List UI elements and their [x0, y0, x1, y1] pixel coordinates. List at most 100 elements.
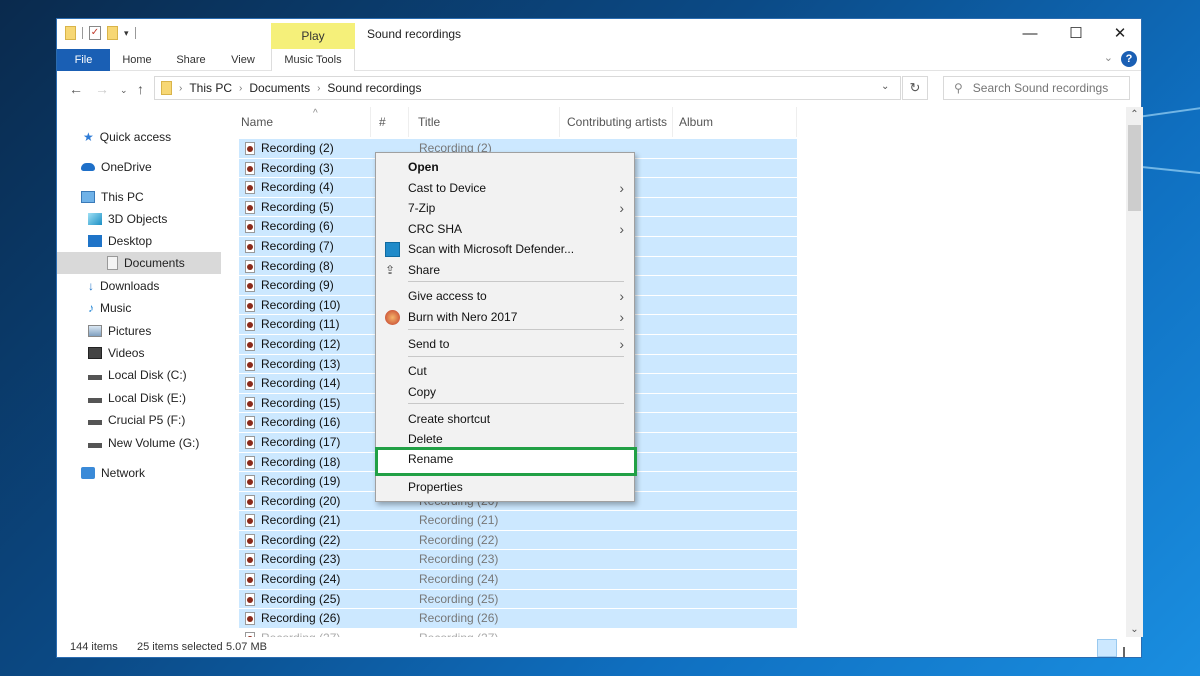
properties-icon[interactable]: ✓ — [89, 26, 101, 40]
file-row[interactable]: Recording (25) Recording (25) — [239, 589, 797, 610]
sidebar-item-documents[interactable]: Documents — [57, 252, 221, 274]
nero-icon — [385, 310, 400, 325]
file-name: Recording (11) — [261, 317, 340, 332]
back-arrow-icon[interactable]: ← — [69, 81, 83, 97]
sidebar-item-label: Desktop — [108, 234, 153, 248]
file-row[interactable]: Recording (24) Recording (24) — [239, 570, 797, 590]
sidebar-item-this-pc[interactable]: This PC — [81, 186, 144, 208]
sidebar-item-label: Local Disk (C:) — [108, 368, 187, 382]
chevron-right-icon[interactable]: › — [317, 83, 320, 94]
close-button[interactable]: ✕ — [1098, 19, 1142, 49]
menu-item-create-shortcut[interactable]: Create shortcut — [376, 409, 634, 430]
file-row[interactable]: Recording (21) Recording (21) — [239, 511, 797, 531]
refresh-button[interactable]: ↻ — [902, 76, 928, 100]
menu-item-scan-with-microsoft-defender[interactable]: Scan with Microsoft Defender... — [376, 239, 634, 260]
audio-file-icon — [245, 612, 255, 626]
wallpaper-streak — [1140, 104, 1200, 118]
minimize-button[interactable]: — — [1008, 19, 1052, 49]
menu-item-cut[interactable]: Cut — [376, 361, 634, 382]
sidebar-item-network[interactable]: Network — [81, 462, 145, 484]
sidebar-item-music[interactable]: ♪ Music — [88, 297, 131, 319]
address-box[interactable]: › This PC › Documents › Sound recordings — [154, 76, 901, 100]
customize-toolbar-icon[interactable]: ▾ — [124, 28, 129, 39]
file-name: Recording (3) — [261, 160, 334, 175]
sidebar-item-videos[interactable]: Videos — [88, 342, 144, 364]
chevron-right-icon[interactable]: › — [239, 83, 242, 94]
forward-arrow-icon[interactable]: → — [95, 81, 109, 97]
search-input[interactable] — [972, 81, 1123, 95]
sidebar-item-3d-objects[interactable]: 3D Objects — [88, 208, 167, 230]
status-bar: 144 items 25 items selected 5.07 MB — [57, 637, 1141, 659]
column-header-name[interactable]: Name ^ — [235, 107, 371, 137]
menu-item-share[interactable]: ⇪ Share — [376, 260, 634, 281]
file-row[interactable]: Recording (27) Recording (27) — [239, 628, 797, 637]
file-title: Recording (25) — [419, 591, 499, 606]
audio-file-icon — [245, 435, 255, 449]
column-header-number[interactable]: # — [373, 107, 409, 137]
star-icon: ★ — [83, 130, 94, 144]
scroll-up-icon[interactable]: ⌃ — [1126, 109, 1143, 120]
address-bar-row: ← → ⌄ ↑ › This PC › Documents › Sound re… — [57, 71, 1141, 107]
audio-file-icon — [245, 416, 255, 430]
large-icons-view-button[interactable] — [1119, 639, 1139, 657]
computer-icon — [81, 191, 95, 203]
menu-item-give-access-to[interactable]: Give access to › — [376, 286, 634, 307]
submenu-chevron-icon: › — [619, 288, 624, 304]
vertical-scrollbar[interactable]: ⌃ ⌄ — [1126, 107, 1143, 637]
column-header-title[interactable]: Title — [412, 107, 560, 137]
menu-item-label: Cast to Device — [408, 181, 487, 195]
tab-home[interactable]: Home — [115, 49, 159, 71]
file-row[interactable]: Recording (22) Recording (22) — [239, 530, 797, 551]
folder-icon[interactable] — [65, 26, 76, 40]
tab-view[interactable]: View — [223, 49, 263, 71]
expand-ribbon-icon[interactable]: ⌄ — [1104, 51, 1113, 64]
sidebar-item-local-disk-c[interactable]: Local Disk (C:) — [88, 364, 187, 386]
maximize-button[interactable]: ☐ — [1054, 19, 1098, 49]
sidebar-item-quick-access[interactable]: ★ Quick access — [83, 126, 171, 148]
column-header-album[interactable]: Album — [673, 107, 797, 137]
file-name: Recording (16) — [261, 415, 341, 430]
tab-file[interactable]: File — [57, 49, 110, 71]
menu-item-label: Send to — [408, 337, 450, 351]
sidebar-item-new-volume-g[interactable]: New Volume (G:) — [88, 432, 199, 454]
contextual-tab-group-play[interactable]: Play — [271, 23, 355, 49]
recent-locations-chevron-icon[interactable]: ⌄ — [120, 85, 128, 96]
tab-music-tools[interactable]: Music Tools — [271, 49, 355, 71]
sidebar-item-local-disk-e[interactable]: Local Disk (E:) — [88, 387, 186, 409]
breadcrumb-sound-recordings[interactable]: Sound recordings — [327, 81, 421, 95]
tab-share[interactable]: Share — [169, 49, 213, 71]
sidebar-item-desktop[interactable]: Desktop — [88, 230, 152, 252]
search-box[interactable]: ⚲ — [943, 76, 1130, 100]
scroll-down-icon[interactable]: ⌄ — [1126, 624, 1143, 635]
scrollbar-thumb[interactable] — [1128, 125, 1141, 211]
menu-item-burn-with-nero-2017[interactable]: Burn with Nero 2017 › — [376, 307, 634, 328]
menu-item-copy[interactable]: Copy — [376, 382, 634, 403]
menu-item-label: Give access to — [408, 289, 487, 303]
breadcrumb-documents[interactable]: Documents — [249, 81, 310, 95]
menu-item-crc-sha[interactable]: CRC SHA › — [376, 219, 634, 240]
new-folder-icon[interactable] — [107, 26, 118, 40]
menu-item-cast-to-device[interactable]: Cast to Device › — [376, 178, 634, 199]
menu-item-properties[interactable]: Properties — [376, 477, 634, 498]
file-row[interactable]: Recording (26) Recording (26) — [239, 609, 797, 629]
sidebar-item-onedrive[interactable]: OneDrive — [81, 156, 152, 178]
menu-item-open[interactable]: Open — [376, 157, 634, 178]
menu-item-7-zip[interactable]: 7-Zip › — [376, 198, 634, 219]
audio-file-icon — [245, 279, 255, 293]
menu-item-rename-highlighted[interactable]: Rename — [376, 449, 634, 470]
sidebar-item-pictures[interactable]: Pictures — [88, 320, 151, 342]
address-dropdown-chevron-icon[interactable]: ⌄ — [881, 81, 889, 92]
breadcrumb-this-pc[interactable]: This PC — [189, 81, 232, 95]
file-row[interactable]: Recording (23) Recording (23) — [239, 550, 797, 571]
sidebar-item-crucial-p5-f[interactable]: Crucial P5 (F:) — [88, 409, 185, 431]
details-view-button[interactable] — [1097, 639, 1117, 657]
chevron-right-icon[interactable]: › — [179, 83, 182, 94]
help-icon[interactable]: ? — [1121, 51, 1137, 67]
file-name: Recording (22) — [261, 532, 341, 547]
column-header-contributing-artists[interactable]: Contributing artists — [561, 107, 673, 137]
sidebar-item-downloads[interactable]: ↓ Downloads — [88, 275, 159, 297]
menu-item-label: Share — [408, 263, 441, 277]
drive-icon — [88, 398, 102, 403]
menu-item-send-to[interactable]: Send to › — [376, 334, 634, 355]
up-arrow-icon[interactable]: ↑ — [137, 81, 144, 97]
